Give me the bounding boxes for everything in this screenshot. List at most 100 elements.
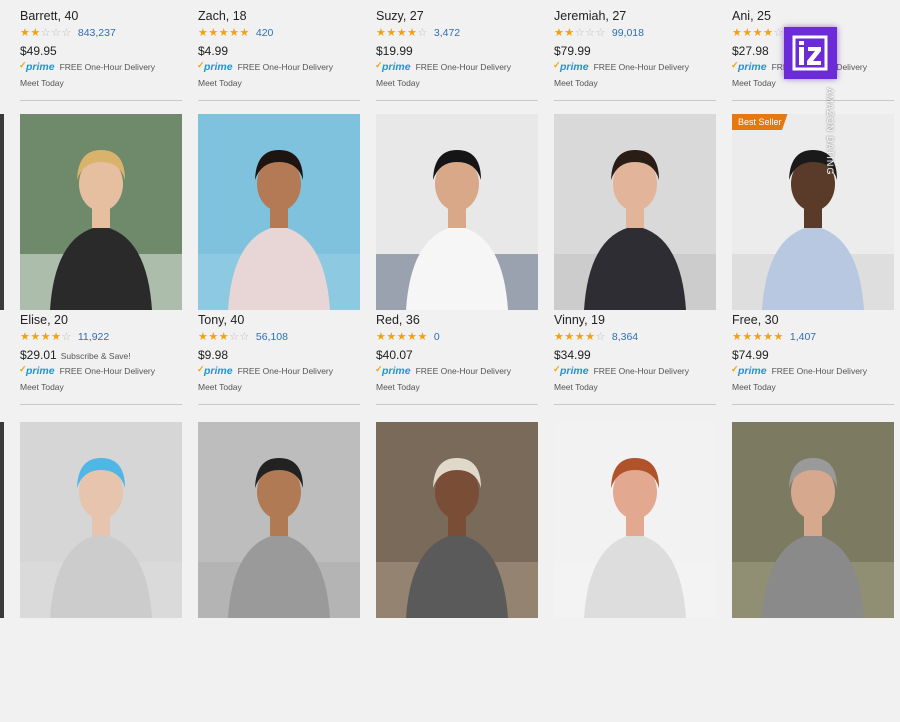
card-divider (20, 404, 182, 405)
meet-text: Meet Today (198, 78, 242, 88)
product-photo[interactable] (20, 422, 182, 618)
prime-logo-icon: ✓ prime (19, 60, 55, 73)
star-rating-icon: ★★☆☆☆ (20, 27, 72, 39)
product-photo[interactable] (732, 114, 894, 310)
product-card[interactable]: Zach, 18 ★★★★★ 420 $4.99 ✓ prime FREE One… (197, 0, 360, 110)
card-divider (376, 404, 538, 405)
offscreen-card-edge (0, 422, 4, 618)
product-title[interactable]: Suzy, 27 (376, 9, 424, 23)
meet-text: Meet Today (20, 382, 64, 392)
card-divider (732, 100, 894, 101)
product-card[interactable] (20, 422, 182, 722)
product-card[interactable]: Vinny, 19 ★★★★☆ 8,364 $34.99 ✓ prime FREE… (553, 114, 716, 414)
product-title[interactable]: Tony, 40 (198, 313, 244, 327)
review-count[interactable]: 0 (434, 331, 440, 343)
prime-logo-icon: ✓ prime (375, 364, 411, 377)
product-card[interactable] (376, 422, 538, 722)
price: $79.99 (554, 44, 591, 58)
product-title[interactable]: Zach, 18 (198, 9, 247, 23)
product-photo[interactable] (376, 114, 538, 310)
product-title[interactable]: Jeremiah, 27 (554, 9, 626, 23)
product-card[interactable]: Elise, 20 ★★★★☆ 11,922 $29.01 Subscribe &… (19, 114, 182, 414)
prime-label: prime (204, 365, 233, 377)
product-title[interactable]: Elise, 20 (20, 313, 68, 327)
price-value: $40.07 (376, 348, 413, 362)
rating[interactable]: ★★★★★ 0 (376, 331, 440, 343)
review-count[interactable]: 420 (256, 27, 274, 39)
star-rating-icon: ★★★★★ (732, 331, 784, 343)
prime-label: prime (738, 61, 767, 73)
star-rating-icon: ★★★★☆ (20, 331, 72, 343)
meet-text: Meet Today (554, 382, 598, 392)
prime-label: prime (560, 61, 589, 73)
product-title[interactable]: Red, 36 (376, 313, 420, 327)
prime-logo-icon: ✓ prime (19, 364, 55, 377)
rating[interactable]: ★★★★☆ 11,922 (20, 331, 109, 343)
review-count[interactable]: 843,237 (78, 27, 116, 39)
product-photo[interactable] (20, 114, 182, 310)
product-title[interactable]: Barrett, 40 (20, 9, 78, 23)
review-count[interactable]: 99,018 (612, 27, 644, 39)
review-count[interactable]: 8,364 (612, 331, 638, 343)
star-rating-icon: ★★★☆☆ (198, 331, 250, 343)
prime-row: ✓prime FREE One-Hour Delivery (197, 60, 334, 73)
price-value: $19.99 (376, 44, 413, 58)
prime-row: ✓prime FREE One-Hour Delivery (375, 364, 511, 377)
rating[interactable]: ★★★★★ 1,407 (732, 331, 816, 343)
product-card[interactable] (198, 422, 360, 722)
review-count[interactable]: 3,472 (434, 27, 460, 39)
product-photo[interactable] (376, 422, 538, 618)
product-card[interactable]: Barrett, 40 ★★☆☆☆ 843,237 $49.95 ✓ prime … (19, 0, 182, 110)
product-card[interactable]: Jeremiah, 27 ★★☆☆☆ 99,018 $79.99 ✓ prime … (553, 0, 716, 110)
review-count[interactable]: 11,922 (78, 331, 109, 343)
card-divider (198, 404, 360, 405)
price-value: $49.95 (20, 44, 57, 58)
prime-logo-icon: ✓ prime (197, 60, 233, 73)
rating[interactable]: ★★☆☆☆ 99,018 (554, 27, 644, 39)
review-count[interactable]: 1,407 (790, 331, 816, 343)
price: $4.99 (198, 44, 228, 58)
product-title[interactable]: Ani, 25 (732, 9, 771, 23)
product-photo[interactable] (554, 114, 716, 310)
watermark-text: AMAZON DATING (825, 88, 835, 176)
meet-text: Meet Today (376, 382, 420, 392)
price-value: $29.01 (20, 348, 57, 362)
rating[interactable]: ★★★★★ 420 (198, 27, 273, 39)
product-card[interactable]: Suzy, 27 ★★★★☆ 3,472 $19.99 ✓ prime FREE … (375, 0, 538, 110)
product-card[interactable] (554, 422, 716, 722)
izvestia-logo (784, 27, 837, 79)
product-card[interactable]: Tony, 40 ★★★☆☆ 56,108 $9.98 ✓ prime FREE … (197, 114, 360, 414)
delivery-text: FREE One-Hour Delivery (593, 366, 690, 376)
product-photo[interactable] (198, 114, 360, 310)
rating[interactable]: ★★★☆☆ 56,108 (198, 331, 288, 343)
card-divider (20, 100, 182, 101)
product-title[interactable]: Free, 30 (732, 313, 779, 327)
product-card[interactable] (732, 422, 894, 722)
card-divider (198, 100, 360, 101)
prime-row: ✓prime FREE One-Hour Delivery (731, 364, 868, 377)
prime-label: prime (26, 365, 55, 377)
star-rating-icon: ★★★★☆ (554, 331, 606, 343)
product-photo[interactable] (554, 422, 716, 618)
prime-row: ✓prime FREE One-Hour Delivery (197, 364, 334, 377)
offscreen-card-edge (0, 114, 4, 310)
rating[interactable]: ★★★★☆ (732, 27, 790, 39)
product-photo[interactable] (198, 422, 360, 618)
rating[interactable]: ★★☆☆☆ 843,237 (20, 27, 116, 39)
delivery-text: FREE One-Hour Delivery (237, 366, 334, 376)
price: $49.95 (20, 44, 57, 58)
product-card[interactable]: Best Seller Free, 30 ★★★★★ 1,407 $74.99 ✓… (731, 114, 894, 414)
rating[interactable]: ★★★★☆ 3,472 (376, 27, 460, 39)
product-photo[interactable] (732, 422, 894, 618)
product-card[interactable]: Red, 36 ★★★★★ 0 $40.07 ✓ prime FREE One-H… (375, 114, 538, 414)
product-title[interactable]: Vinny, 19 (554, 313, 605, 327)
prime-label: prime (26, 61, 55, 73)
prime-label: prime (204, 61, 233, 73)
delivery-text: FREE One-Hour Delivery (237, 62, 334, 72)
delivery-text: FREE One-Hour Delivery (771, 366, 868, 376)
prime-row: ✓prime FREE One-Hour Delivery (19, 60, 155, 73)
rating[interactable]: ★★★★☆ 8,364 (554, 331, 638, 343)
review-count[interactable]: 56,108 (256, 331, 288, 343)
prime-label: prime (382, 61, 411, 73)
card-divider (554, 100, 716, 101)
